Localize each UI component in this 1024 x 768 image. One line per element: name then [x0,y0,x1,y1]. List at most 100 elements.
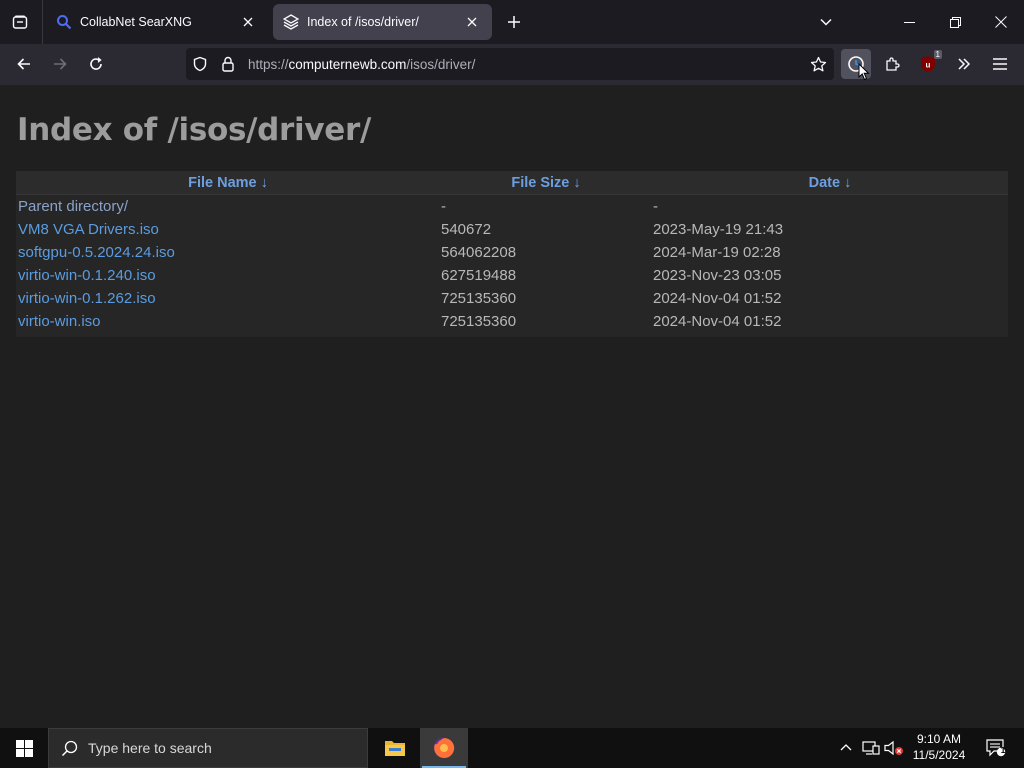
speaker-muted-icon [884,740,903,756]
firefox-view-icon [12,15,28,29]
tab-title: Index of /isos/driver/ [307,15,419,29]
tab-separator [42,0,43,44]
url-host: computernewb.com [288,56,407,72]
tracking-protection-shield-icon[interactable] [186,48,214,80]
table-row: virtio-win-0.1.262.iso 725135360 2024-No… [16,287,1008,310]
hamburger-menu-icon [993,58,1007,70]
puzzle-icon [886,57,900,71]
address-bar[interactable]: https://computernewb.com/isos/driver/ [186,48,834,80]
tab-searxng[interactable]: CollabNet SearXNG [46,4,268,40]
show-hidden-icons-button[interactable] [836,738,856,758]
double-chevron-right-icon [958,58,971,70]
table-row: VM8 VGA Drivers.iso 540672 2023-May-19 2… [16,218,1008,241]
parent-directory-link[interactable]: Parent directory/ [16,198,440,215]
sort-by-name-link[interactable]: File Name ↓ [16,171,440,194]
folder-icon [385,741,405,756]
notification-center-button[interactable]: 1 [978,728,1014,768]
arrow-right-icon [54,58,67,70]
table-row: virtio-win.iso 725135360 2024-Nov-04 01:… [16,310,1008,333]
file-listing-table: File Name ↓ File Size ↓ Date ↓ Parent di… [16,171,1008,337]
file-size: - [441,198,446,215]
clock-time: 9:10 AM [916,732,962,746]
svg-text:u: u [926,61,931,70]
file-size: 627519488 [441,267,517,284]
file-link[interactable]: virtio-win.iso [16,313,440,330]
volume-button[interactable] [884,738,904,758]
file-link[interactable]: virtio-win-0.1.262.iso [16,290,440,307]
table-bottom-padding [16,333,1008,337]
notification-count: 1 [1000,746,1006,755]
sort-by-size-link[interactable]: File Size ↓ [440,171,652,194]
file-size: 725135360 [441,313,517,330]
search-icon [56,14,72,30]
ublock-origin-button[interactable]: u 1 [913,49,943,79]
file-link[interactable]: VM8 VGA Drivers.iso [16,221,440,238]
windows-logo-icon [15,739,33,757]
clock-date: 11/5/2024 [912,748,966,762]
url-text[interactable]: https://computernewb.com/isos/driver/ [242,57,802,72]
search-icon [61,740,78,756]
star-icon [810,56,826,71]
table-row-parent: Parent directory/ - - [16,195,1008,218]
minimize-button[interactable] [886,0,932,44]
new-tab-button[interactable] [500,8,528,36]
extension-button[interactable] [841,49,871,81]
search-placeholder: Type here to search [88,740,212,756]
file-date: 2024-Nov-04 01:52 [653,290,782,307]
url-path: /isos/driver/ [406,56,476,72]
reload-button[interactable] [81,49,111,79]
firefox-view-button[interactable] [6,8,34,36]
url-scheme: https:// [248,56,289,72]
firefox-icon [434,737,455,758]
start-button[interactable] [0,728,48,768]
blocked-count-badge: 1 [933,50,942,59]
chevron-up-icon [840,744,852,751]
tab-index-isos-driver[interactable]: Index of /isos/driver/ [273,4,492,40]
back-button[interactable] [9,49,39,79]
restore-icon [949,16,961,28]
file-date: 2023-May-19 21:43 [653,221,784,238]
file-size: 540672 [441,221,492,238]
table-header: File Name ↓ File Size ↓ Date ↓ [16,171,1008,195]
file-date: 2023-Nov-23 03:05 [653,267,782,284]
file-explorer-taskbar-button[interactable] [371,728,419,768]
bookmark-star-button[interactable] [802,48,834,80]
forward-button[interactable] [45,49,75,79]
file-size: 564062208 [441,244,517,261]
file-date: 2024-Nov-04 01:52 [653,313,782,330]
list-all-tabs-button[interactable] [812,8,840,36]
stack-icon [283,14,299,30]
close-window-button[interactable] [978,0,1024,44]
more-tools-button[interactable] [949,49,979,79]
restore-button[interactable] [932,0,978,44]
file-link[interactable]: virtio-win-0.1.240.iso [16,267,440,284]
tab-title: CollabNet SearXNG [80,15,192,29]
network-monitor-icon [862,741,880,755]
plus-icon [508,16,520,28]
page-title: Index of /isos/driver/ [17,112,372,148]
network-status-button[interactable] [861,738,881,758]
taskbar-clock[interactable]: 9:10 AM 11/5/2024 [906,731,972,763]
tab-strip: CollabNet SearXNG Index of /isos/driver/ [0,0,1024,44]
table-row: softgpu-0.5.2024.24.iso 564062208 2024-M… [16,241,1008,264]
extensions-button[interactable] [877,49,907,79]
sort-by-date-link[interactable]: Date ↓ [652,171,1008,194]
arrow-left-icon [17,58,30,70]
page-content: Index of /isos/driver/ File Name ↓ File … [0,85,1024,728]
app-menu-button[interactable] [985,49,1015,79]
mouse-cursor-icon [858,63,870,81]
taskbar-search-box[interactable]: Type here to search [48,728,368,768]
reload-icon [90,57,102,70]
file-date: - [653,198,658,215]
firefox-taskbar-button[interactable] [420,728,468,768]
windows-taskbar: Type here to search 9:10 AM 11/5/2024 1 [0,728,1024,768]
file-link[interactable]: softgpu-0.5.2024.24.iso [16,244,440,261]
close-tab-icon[interactable] [462,12,482,32]
close-tab-icon[interactable] [238,12,258,32]
lock-icon[interactable] [214,48,242,80]
file-size: 725135360 [441,290,517,307]
table-row: virtio-win-0.1.240.iso 627519488 2023-No… [16,264,1008,287]
close-icon [995,16,1007,28]
chevron-down-icon [820,18,832,26]
navigation-toolbar: https://computernewb.com/isos/driver/ u … [0,44,1024,85]
